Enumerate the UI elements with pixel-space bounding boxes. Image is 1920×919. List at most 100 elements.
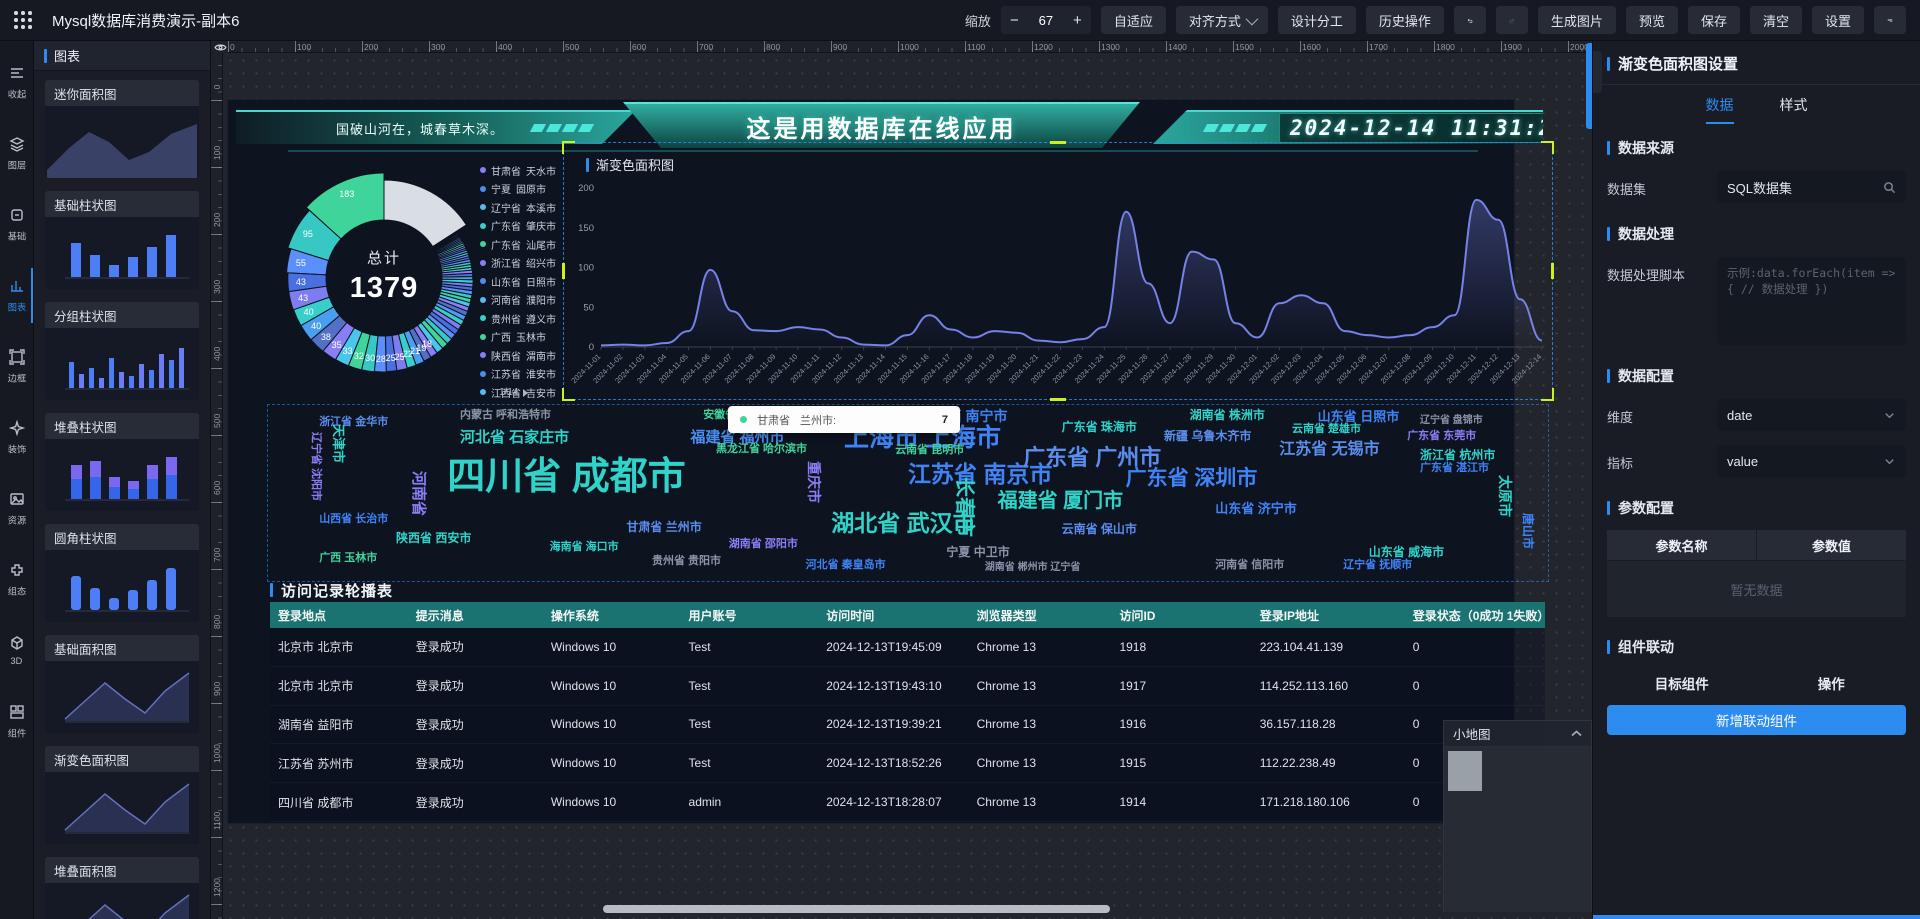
selection-corner[interactable] [1541,388,1554,401]
legend-item[interactable]: 宁夏固原市 [480,180,566,199]
settings-button[interactable]: 设置 [1812,6,1864,34]
metric-select[interactable]: value [1717,445,1906,477]
legend-province: 广东省 [491,237,521,252]
dimension-select[interactable]: date [1717,399,1906,431]
zoom-out-button[interactable]: − [1001,6,1028,34]
save-button[interactable]: 保存 [1688,6,1740,34]
gradient-area-chart-component[interactable]: 渐变色面积图 0501001502002024-11-012024-11-022… [563,142,1553,400]
sidebar-item-base[interactable]: 基础 [0,189,33,260]
undo-button[interactable] [1454,6,1486,34]
zoom-in-button[interactable]: + [1064,6,1091,34]
script-textarea[interactable] [1717,257,1906,345]
legend-item[interactable]: 山东省日照市 [480,272,566,291]
sidebar-item-three-d[interactable]: 3D [0,615,33,686]
inspector-collapse-handle[interactable] [1593,51,1602,93]
legend-item[interactable]: 陕西省渭南市 [480,346,566,365]
sidebar-item-layers[interactable]: 图层 [0,118,33,189]
wordcloud-word: 广东省 深圳市 [1126,468,1258,489]
redo-button[interactable] [1496,6,1528,34]
dataset-input[interactable]: SQL数据集 [1717,171,1906,203]
visibility-toggle[interactable] [212,41,228,53]
library-card[interactable]: 堆叠面积图 [45,857,199,919]
card-thumbnail [45,106,199,178]
svg-text:100: 100 [578,263,594,274]
resize-handle[interactable] [562,263,565,279]
generate-image-button[interactable]: 生成图片 [1538,6,1616,34]
library-card[interactable]: 基础面积图 [45,635,199,733]
sidebar-item-collapse[interactable]: 收起 [0,47,33,118]
add-linkage-button[interactable]: 新增联动组件 [1607,705,1906,735]
sidebar-item-resource[interactable]: 资源 [0,473,33,544]
resize-handle[interactable] [1551,263,1554,279]
legend-item[interactable]: 浙江省绍兴市 [480,254,566,273]
inspector-header: 渐变色面积图设置 [1593,41,1920,85]
resize-handle[interactable] [1050,398,1066,401]
library-card[interactable]: 圆角柱状图 [45,524,199,622]
table-row[interactable]: 湖南省 益阳市登录成功Windows 10Test2024-12-13T19:3… [270,706,1545,745]
dashboard-board[interactable]: 国破山河在，城春草木深。 这是用数据库在线应用 2024-12-14 11:31… [228,100,1514,823]
tab-style[interactable]: 样式 [1780,95,1808,124]
legend-city: 玉林市 [516,329,546,344]
design-assign-button[interactable]: 设计分工 [1278,6,1356,34]
sidebar-item-widget[interactable]: 组件 [0,686,33,757]
legend-item[interactable]: 江苏省淮安市 [480,365,566,384]
table-row[interactable]: 四川省 成都市登录成功Windows 10admin2024-12-13T18:… [270,783,1545,822]
sidebar-item-chart[interactable]: 图表 [0,260,33,331]
legend-item[interactable]: 广东省肇庆市 [480,217,566,236]
clear-button[interactable]: 清空 [1750,6,1802,34]
sidebar-item-decorate[interactable]: 装饰 [0,402,33,473]
library-card[interactable]: 基础柱状图 [45,191,199,289]
legend-item[interactable]: 河南省濮阳市 [480,291,566,310]
decorate-icon [9,420,25,436]
history-button[interactable]: 历史操作 [1366,6,1444,34]
chevron-up-icon[interactable] [1571,730,1582,737]
wordcloud-word: 四川省 成都市 [447,458,686,496]
legend-item[interactable]: 辽宁省本溪市 [480,198,566,217]
sidebar-item-border[interactable]: 边框 [0,331,33,402]
fit-button[interactable]: 自适应 [1101,6,1166,34]
donut-chart [280,155,480,400]
minimap-header[interactable]: 小地图 [1444,721,1591,747]
design-canvas[interactable]: 0100200300400500600700800900100011001200… [211,41,1592,919]
selection-corner[interactable] [562,141,575,154]
table-row[interactable]: 北京市 北京市登录成功Windows 10Test2024-12-13T19:4… [270,628,1545,667]
resize-handle[interactable] [1050,141,1066,144]
align-button[interactable]: 对齐方式 [1176,6,1268,34]
table-cell: Chrome 13 [969,795,1112,809]
minimap-viewport-thumb[interactable] [1448,751,1482,791]
legend-item[interactable]: 广东省汕尾市 [480,235,566,254]
ruler-label: 1400 [1168,42,1187,52]
horizontal-scrollbar[interactable] [603,905,1110,913]
access-log-table-component[interactable]: 访问记录轮播表 登录地点提示消息操作系统用户账号访问时间浏览器类型访问ID登录I… [270,578,1545,822]
table-cell: Chrome 13 [969,717,1112,731]
selection-corner[interactable] [1541,141,1554,154]
apps-grid-icon[interactable] [14,11,32,29]
legend-item[interactable]: 贵州省遵义市 [480,309,566,328]
library-card[interactable]: 迷你面积图 [45,80,199,178]
preview-button[interactable]: 预览 [1626,6,1678,34]
chevron-down-icon [1883,455,1896,468]
next-page-icon[interactable] [523,389,528,397]
more-button[interactable] [1874,6,1906,34]
sidebar-item-assembly[interactable]: 组态 [0,544,33,615]
table-cell: 江苏省 苏州市 [270,755,408,772]
legend-city: 濮阳市 [526,292,556,307]
script-label: 数据处理脚本 [1607,257,1709,284]
table-row[interactable]: 北京市 北京市登录成功Windows 10Test2024-12-13T19:4… [270,667,1545,706]
table-cell: 登录成功 [408,638,543,655]
selection-corner[interactable] [562,388,575,401]
legend-item[interactable]: 甘肃省天水市 [480,161,566,180]
donut-chart-component[interactable]: 183955543434040383533323028252522211918 … [280,155,565,400]
zoom-value[interactable]: 67 [1028,13,1064,28]
panel-collapse-tab[interactable] [1586,43,1592,129]
search-icon[interactable] [1883,181,1896,194]
legend-item[interactable]: 广西玉林市 [480,328,566,347]
table-row[interactable]: 江苏省 苏州市登录成功Windows 10Test2024-12-13T18:5… [270,744,1545,783]
tab-data[interactable]: 数据 [1706,95,1734,124]
library-card[interactable]: 分组柱状图 [45,302,199,400]
minimap-body[interactable] [1444,747,1591,912]
undo-icon [1467,13,1473,28]
library-card[interactable]: 堆叠柱状图 [45,413,199,511]
library-card[interactable]: 渐变色面积图 [45,746,199,844]
table-header-cell: 访问ID [1111,607,1251,624]
